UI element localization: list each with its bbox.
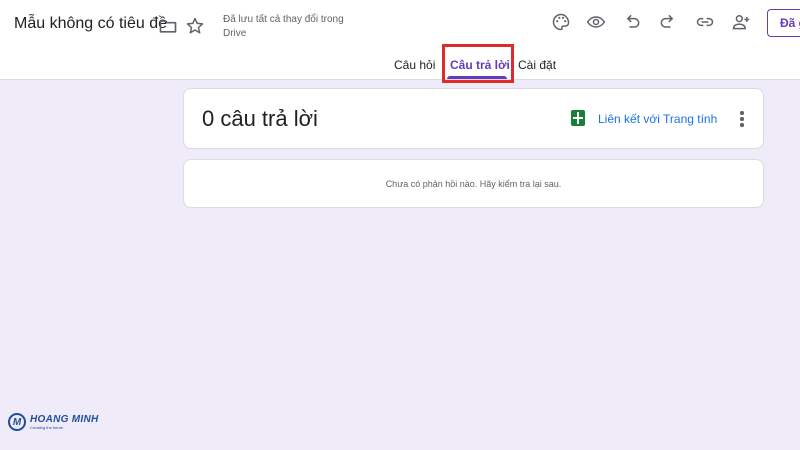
brand-tagline: Creating the future — [30, 425, 64, 430]
link-icon[interactable] — [694, 11, 716, 33]
response-count: 0 câu trả lời — [202, 106, 318, 131]
brand-logo-icon: M — [8, 413, 26, 431]
add-person-icon[interactable] — [730, 11, 752, 33]
undo-icon[interactable] — [621, 11, 643, 33]
form-title[interactable]: Mẫu không có tiêu đề — [14, 15, 167, 33]
watermark-logo: M HOANG MINH Creating the future — [8, 413, 99, 431]
send-button[interactable]: Đã gửi — [767, 9, 800, 37]
palette-icon[interactable] — [550, 11, 572, 33]
brand-name: HOANG MINH — [30, 414, 99, 425]
empty-responses-card: Chưa có phản hồi nào. Hãy kiểm tra lại s… — [183, 159, 764, 208]
empty-state-message: Chưa có phản hồi nào. Hãy kiểm tra lại s… — [385, 179, 562, 189]
more-options-icon[interactable] — [732, 108, 752, 130]
save-status: Đã lưu tất cả thay đổi trong Drive — [223, 14, 344, 39]
highlight-annotation — [442, 44, 514, 83]
star-icon[interactable] — [184, 15, 206, 37]
tab-questions[interactable]: Câu hỏi — [394, 58, 435, 72]
folder-icon[interactable] — [157, 15, 179, 37]
eye-icon[interactable] — [585, 11, 607, 33]
redo-icon[interactable] — [657, 11, 679, 33]
responses-summary-card: 0 câu trả lời Liên kết với Trang tính — [183, 88, 764, 149]
tab-settings[interactable]: Cài đặt — [518, 58, 556, 72]
sheets-icon[interactable] — [571, 110, 585, 126]
top-app-bar: Mẫu không có tiêu đề Đã lưu tất cả thay … — [0, 0, 800, 80]
link-to-sheets-button[interactable]: Liên kết với Trang tính — [598, 112, 717, 126]
